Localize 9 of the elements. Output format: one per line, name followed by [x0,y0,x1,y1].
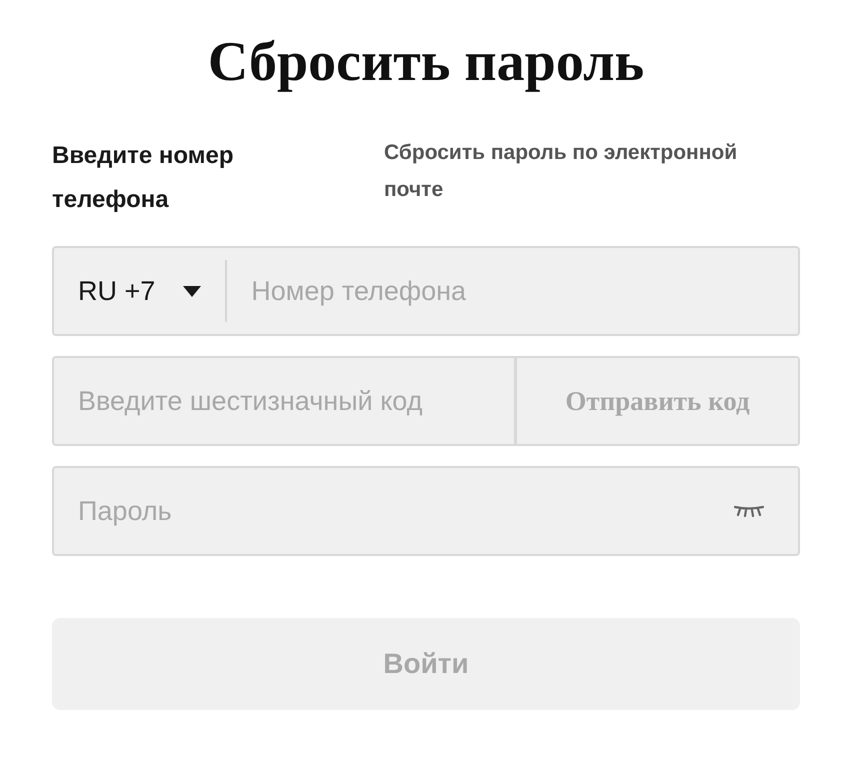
phone-input[interactable]: Номер телефона [227,248,798,334]
page-title: Сбросить пароль [206,30,646,94]
tab[interactable]: Введите номер телефона [52,134,312,222]
country-code-dropdown[interactable]: RU +7 [54,260,228,322]
closed-eye-icon[interactable] [734,504,764,518]
phone-field[interactable]: RU +7 Номер телефона [52,246,800,336]
code-input[interactable]: Введите шестизначный код [54,358,514,444]
tab[interactable]: Сбросить пароль по электронной почте [384,134,796,208]
caret-icon [183,286,202,296]
